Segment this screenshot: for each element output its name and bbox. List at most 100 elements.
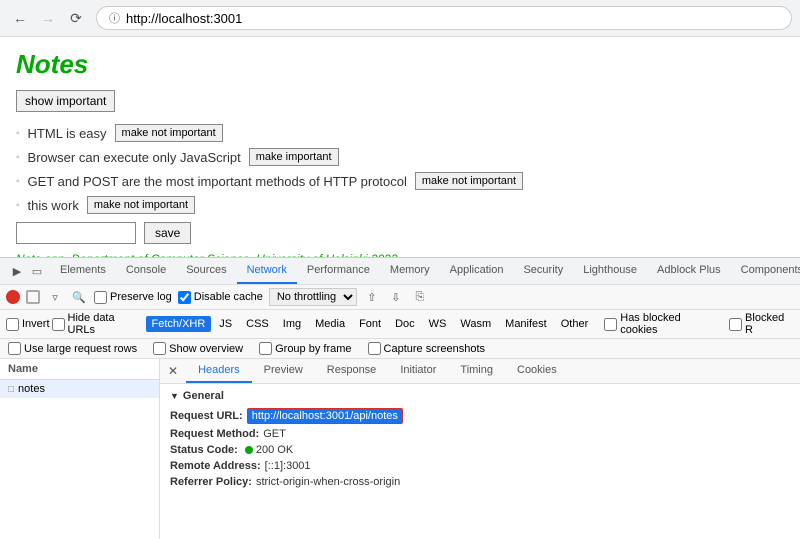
note-action-button[interactable]: make not important: [415, 172, 523, 190]
list-item: ◦ HTML is easy make not important: [16, 124, 784, 142]
group-by-frame-label[interactable]: Group by frame: [259, 342, 351, 355]
general-section-header[interactable]: ▼ General: [170, 390, 790, 402]
preserve-log-checkbox[interactable]: [94, 291, 107, 304]
devtools-icons: ▶ ▭: [4, 258, 50, 284]
referrer-policy-value: strict-origin-when-cross-origin: [256, 476, 400, 488]
filter-row: Invert Hide data URLs Fetch/XHR JS CSS I…: [0, 310, 800, 339]
show-overview-label[interactable]: Show overview: [153, 342, 243, 355]
note-text: HTML is easy: [28, 126, 107, 141]
filter-font[interactable]: Font: [353, 316, 387, 332]
document-icon: □: [8, 384, 14, 395]
address-bar[interactable]: ⓘ http://localhost:3001: [96, 6, 792, 30]
tab-elements[interactable]: Elements: [50, 258, 116, 284]
request-method-row: Request Method: GET: [170, 426, 790, 442]
record-button[interactable]: [6, 290, 20, 304]
filter-ws[interactable]: WS: [423, 316, 453, 332]
inspect-icon[interactable]: ▶: [8, 262, 26, 280]
tab-network[interactable]: Network: [237, 258, 297, 284]
note-action-button[interactable]: make important: [249, 148, 339, 166]
note-text: GET and POST are the most important meth…: [28, 174, 407, 189]
reload-button[interactable]: ⟳: [64, 6, 88, 30]
device-icon[interactable]: ▭: [28, 262, 46, 280]
details-tab-cookies[interactable]: Cookies: [505, 359, 569, 383]
request-method-label: Request Method:: [170, 428, 259, 440]
close-details-button[interactable]: ✕: [160, 360, 186, 382]
upload-icon[interactable]: ⇧: [363, 288, 381, 306]
capture-screenshots-label[interactable]: Capture screenshots: [368, 342, 486, 355]
save-input[interactable]: [16, 222, 136, 244]
note-action-button[interactable]: make not important: [87, 196, 195, 214]
wifi-icon[interactable]: ⎘: [411, 288, 429, 306]
note-action-button[interactable]: make not important: [115, 124, 223, 142]
search-icon[interactable]: 🔍: [70, 288, 88, 306]
filter-doc[interactable]: Doc: [389, 316, 421, 332]
referrer-policy-label: Referrer Policy:: [170, 476, 252, 488]
chevron-down-icon: ▼: [170, 391, 179, 401]
show-overview-checkbox[interactable]: [153, 342, 166, 355]
has-blocked-cookies-checkbox[interactable]: [604, 318, 617, 331]
tab-performance[interactable]: Performance: [297, 258, 380, 284]
list-item: ◦ Browser can execute only JavaScript ma…: [16, 148, 784, 166]
details-content: ▼ General Request URL: http://localhost:…: [160, 384, 800, 496]
has-blocked-cookies-label[interactable]: Has blocked cookies: [604, 312, 719, 336]
tab-security[interactable]: Security: [513, 258, 573, 284]
show-important-button[interactable]: show important: [16, 90, 115, 112]
tab-adblock[interactable]: Adblock Plus: [647, 258, 731, 284]
hide-data-urls-checkbox[interactable]: [52, 318, 65, 331]
remote-address-label: Remote Address:: [170, 460, 261, 472]
bullet-icon: ◦: [16, 200, 20, 211]
bullet-icon: ◦: [16, 152, 20, 163]
nav-buttons: ← → ⟳: [8, 6, 88, 30]
devtools-tabs: ▶ ▭ Elements Console Sources Network Per…: [0, 258, 800, 285]
tab-sources[interactable]: Sources: [176, 258, 236, 284]
details-tab-timing[interactable]: Timing: [448, 359, 505, 383]
forward-button[interactable]: →: [36, 6, 60, 30]
large-rows-label[interactable]: Use large request rows: [8, 342, 137, 355]
disable-cache-checkbox[interactable]: [178, 291, 191, 304]
capture-screenshots-checkbox[interactable]: [368, 342, 381, 355]
invert-checkbox[interactable]: [6, 318, 19, 331]
details-tab-preview[interactable]: Preview: [252, 359, 315, 383]
tab-application[interactable]: Application: [440, 258, 514, 284]
filter-fetch-xhr[interactable]: Fetch/XHR: [146, 316, 212, 332]
filter-css[interactable]: CSS: [240, 316, 275, 332]
download-icon[interactable]: ⇩: [387, 288, 405, 306]
filter-img[interactable]: Img: [277, 316, 307, 332]
back-button[interactable]: ←: [8, 6, 32, 30]
save-row: save: [16, 222, 784, 244]
filter-media[interactable]: Media: [309, 316, 351, 332]
devtools: ▶ ▭ Elements Console Sources Network Per…: [0, 257, 800, 539]
filter-js[interactable]: JS: [213, 316, 238, 332]
blocked-requests-label[interactable]: Blocked R: [729, 312, 794, 336]
preserve-log-label[interactable]: Preserve log: [94, 291, 172, 304]
bullet-icon: ◦: [16, 128, 20, 139]
filter-wasm[interactable]: Wasm: [454, 316, 497, 332]
tab-lighthouse[interactable]: Lighthouse: [573, 258, 647, 284]
group-by-frame-checkbox[interactable]: [259, 342, 272, 355]
status-code-value: 200 OK: [256, 444, 293, 456]
filter-icon[interactable]: ▿: [46, 288, 64, 306]
stop-button[interactable]: [26, 290, 40, 304]
request-url-value[interactable]: http://localhost:3001/api/notes: [247, 408, 403, 424]
sidebar-row-notes[interactable]: □ notes: [0, 380, 159, 398]
throttle-select[interactable]: No throttling: [269, 288, 357, 306]
hide-data-urls-label[interactable]: Hide data URLs: [52, 312, 144, 336]
disable-cache-label[interactable]: Disable cache: [178, 291, 263, 304]
details-tab-initiator[interactable]: Initiator: [388, 359, 448, 383]
filter-other[interactable]: Other: [555, 316, 595, 332]
save-button[interactable]: save: [144, 222, 191, 244]
tab-memory[interactable]: Memory: [380, 258, 440, 284]
blocked-requests-checkbox[interactable]: [729, 318, 742, 331]
status-code-label: Status Code:: [170, 444, 238, 456]
tab-console[interactable]: Console: [116, 258, 176, 284]
note-text: Browser can execute only JavaScript: [28, 150, 241, 165]
status-dot-icon: [245, 446, 253, 454]
invert-label[interactable]: Invert: [6, 318, 50, 331]
details-tab-response[interactable]: Response: [315, 359, 389, 383]
details-tab-headers[interactable]: Headers: [186, 359, 252, 383]
status-code-row: Status Code: 200 OK: [170, 442, 790, 458]
page-content: Notes show important ◦ HTML is easy make…: [0, 37, 800, 257]
tab-components[interactable]: Components: [731, 258, 800, 284]
large-rows-checkbox[interactable]: [8, 342, 21, 355]
filter-manifest[interactable]: Manifest: [499, 316, 553, 332]
